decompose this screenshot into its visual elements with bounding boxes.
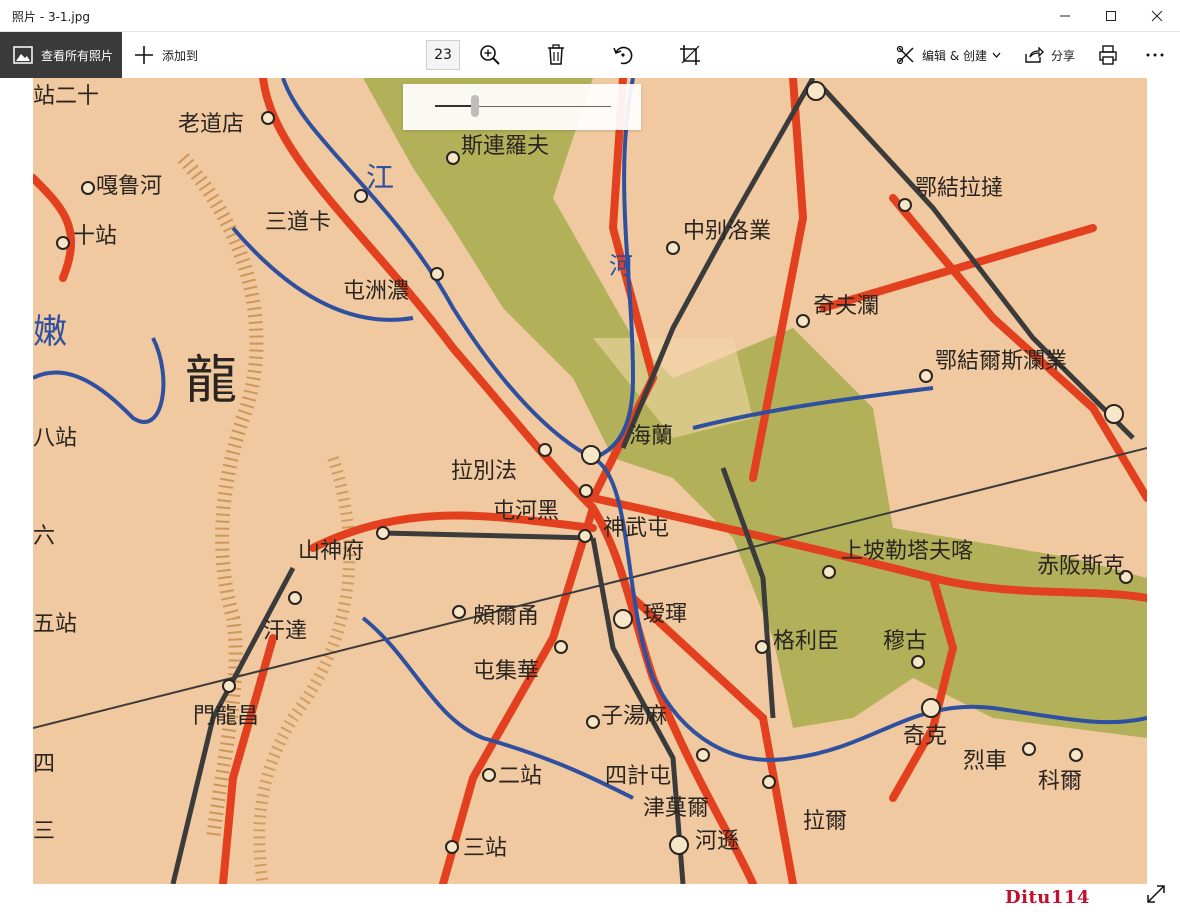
map-label: 科爾 — [1038, 769, 1083, 794]
expand-button[interactable] — [1145, 883, 1167, 909]
add-to-button[interactable]: 添加到 — [134, 32, 198, 78]
delete-button[interactable] — [546, 32, 566, 78]
share-button[interactable]: 分享 — [1024, 32, 1075, 78]
map-label: 格利臣 — [773, 629, 840, 654]
zoom-slider-fill — [435, 105, 476, 107]
map-label: 站二十 — [33, 84, 100, 109]
window-title: 照片 - 3-1.jpg — [12, 10, 90, 24]
map-label: 子湯麻 — [601, 704, 668, 729]
add-to-label: 添加到 — [162, 48, 199, 63]
edit-create-label: 编辑 & 创建 — [922, 48, 987, 63]
see-all-photos-label: 查看所有照片 — [41, 48, 114, 63]
trash-icon — [546, 44, 566, 66]
rotate-button[interactable] — [612, 32, 634, 78]
map-label: 八站 — [33, 426, 78, 451]
map-label: 屯洲濃 — [343, 279, 410, 304]
watermark: Ditu114 — [1005, 887, 1090, 908]
map-label: 穆古 — [883, 629, 928, 654]
print-button[interactable] — [1098, 32, 1118, 78]
map-label: 山神府 — [298, 539, 365, 564]
map-label: 鄂結爾斯瀾業 — [935, 349, 1068, 374]
map-label: 十站 — [73, 224, 118, 249]
map-label: 瑷琿 — [643, 602, 688, 627]
close-icon — [1151, 10, 1163, 22]
map-label: 三站 — [463, 836, 508, 861]
edit-create-icon — [896, 45, 916, 65]
map-label: 四計屯 — [605, 764, 672, 789]
map-label: 神武屯 — [603, 516, 670, 541]
map-label: 六 — [33, 524, 56, 549]
map-label: 斯連羅夫 — [461, 134, 550, 159]
map-label: 門龍昌 — [193, 704, 260, 729]
map-image: 老道店 嘎鲁河 十站 三道卡 屯洲濃 斯連羅夫 中别洛業 奇夫瀾 鄂結拉撻 鄂結… — [33, 78, 1147, 884]
map-label: 拉爾 — [803, 809, 848, 834]
map-label: 屯集華 — [473, 659, 540, 684]
zoom-slider-thumb[interactable] — [471, 95, 480, 117]
expand-icon — [1147, 885, 1165, 903]
crop-icon — [679, 44, 701, 66]
map-label: 拉別法 — [451, 459, 518, 484]
map-label: 嫩 — [33, 312, 67, 352]
close-button[interactable] — [1134, 0, 1180, 32]
map-label: 頗爾甬 — [473, 604, 540, 629]
minimize-icon — [1060, 15, 1070, 17]
maximize-icon — [1106, 11, 1116, 21]
map-label: 中别洛業 — [683, 219, 772, 244]
print-icon — [1098, 45, 1118, 65]
map-label: 河遜 — [695, 829, 740, 854]
image-viewer[interactable]: 老道店 嘎鲁河 十站 三道卡 屯洲濃 斯連羅夫 中别洛業 奇夫瀾 鄂結拉撻 鄂結… — [0, 78, 1180, 917]
more-button[interactable] — [1146, 32, 1164, 78]
share-label: 分享 — [1051, 48, 1076, 63]
crop-button[interactable] — [679, 32, 701, 78]
map-label: 奇夫瀾 — [813, 294, 880, 319]
toolbar: 查看所有照片 添加到 23 编辑 & 创建 分享 — [0, 32, 1180, 78]
map-label: 屯河黑 — [493, 499, 560, 524]
minimize-button[interactable] — [1042, 0, 1088, 32]
edit-create-button[interactable]: 编辑 & 创建 — [896, 32, 1001, 78]
rotate-icon — [612, 44, 634, 66]
map-label: 龍 — [185, 351, 238, 411]
photos-icon — [13, 46, 33, 64]
map-label: 三道卡 — [265, 210, 332, 235]
zoom-button[interactable] — [479, 32, 501, 78]
map-label: 海蘭 — [629, 424, 674, 449]
map-label: 上坡勒塔夫喀 — [841, 539, 974, 564]
zoom-in-icon — [479, 44, 501, 66]
map-label: 嘎鲁河 — [96, 174, 163, 199]
map-label: 二站 — [498, 764, 543, 789]
zoom-level-display[interactable]: 23 — [426, 40, 460, 70]
map-label: 烈車 — [963, 749, 1008, 774]
see-all-photos-button[interactable]: 查看所有照片 — [0, 32, 122, 78]
map-label: 赤阪斯克 — [1037, 554, 1126, 579]
map-label: 五站 — [33, 612, 78, 637]
map-label: 津莫爾 — [643, 796, 710, 821]
map-label: 汗達 — [263, 619, 308, 644]
map-label: 三 — [33, 819, 56, 844]
more-icon — [1146, 53, 1164, 57]
maximize-button[interactable] — [1088, 0, 1134, 32]
map-label: 鄂結拉撻 — [915, 176, 1004, 201]
share-icon — [1024, 46, 1044, 64]
zoom-slider-popup[interactable] — [403, 84, 641, 130]
chevron-down-icon — [992, 52, 1001, 58]
map-label: 四 — [33, 752, 56, 777]
map-label: 河 — [609, 252, 633, 280]
map-label: 奇克 — [903, 724, 948, 749]
map-label: 老道店 — [178, 112, 245, 137]
plus-icon — [134, 45, 154, 65]
map-label: 江 — [366, 161, 395, 194]
title-bar: 照片 - 3-1.jpg — [0, 0, 1180, 32]
